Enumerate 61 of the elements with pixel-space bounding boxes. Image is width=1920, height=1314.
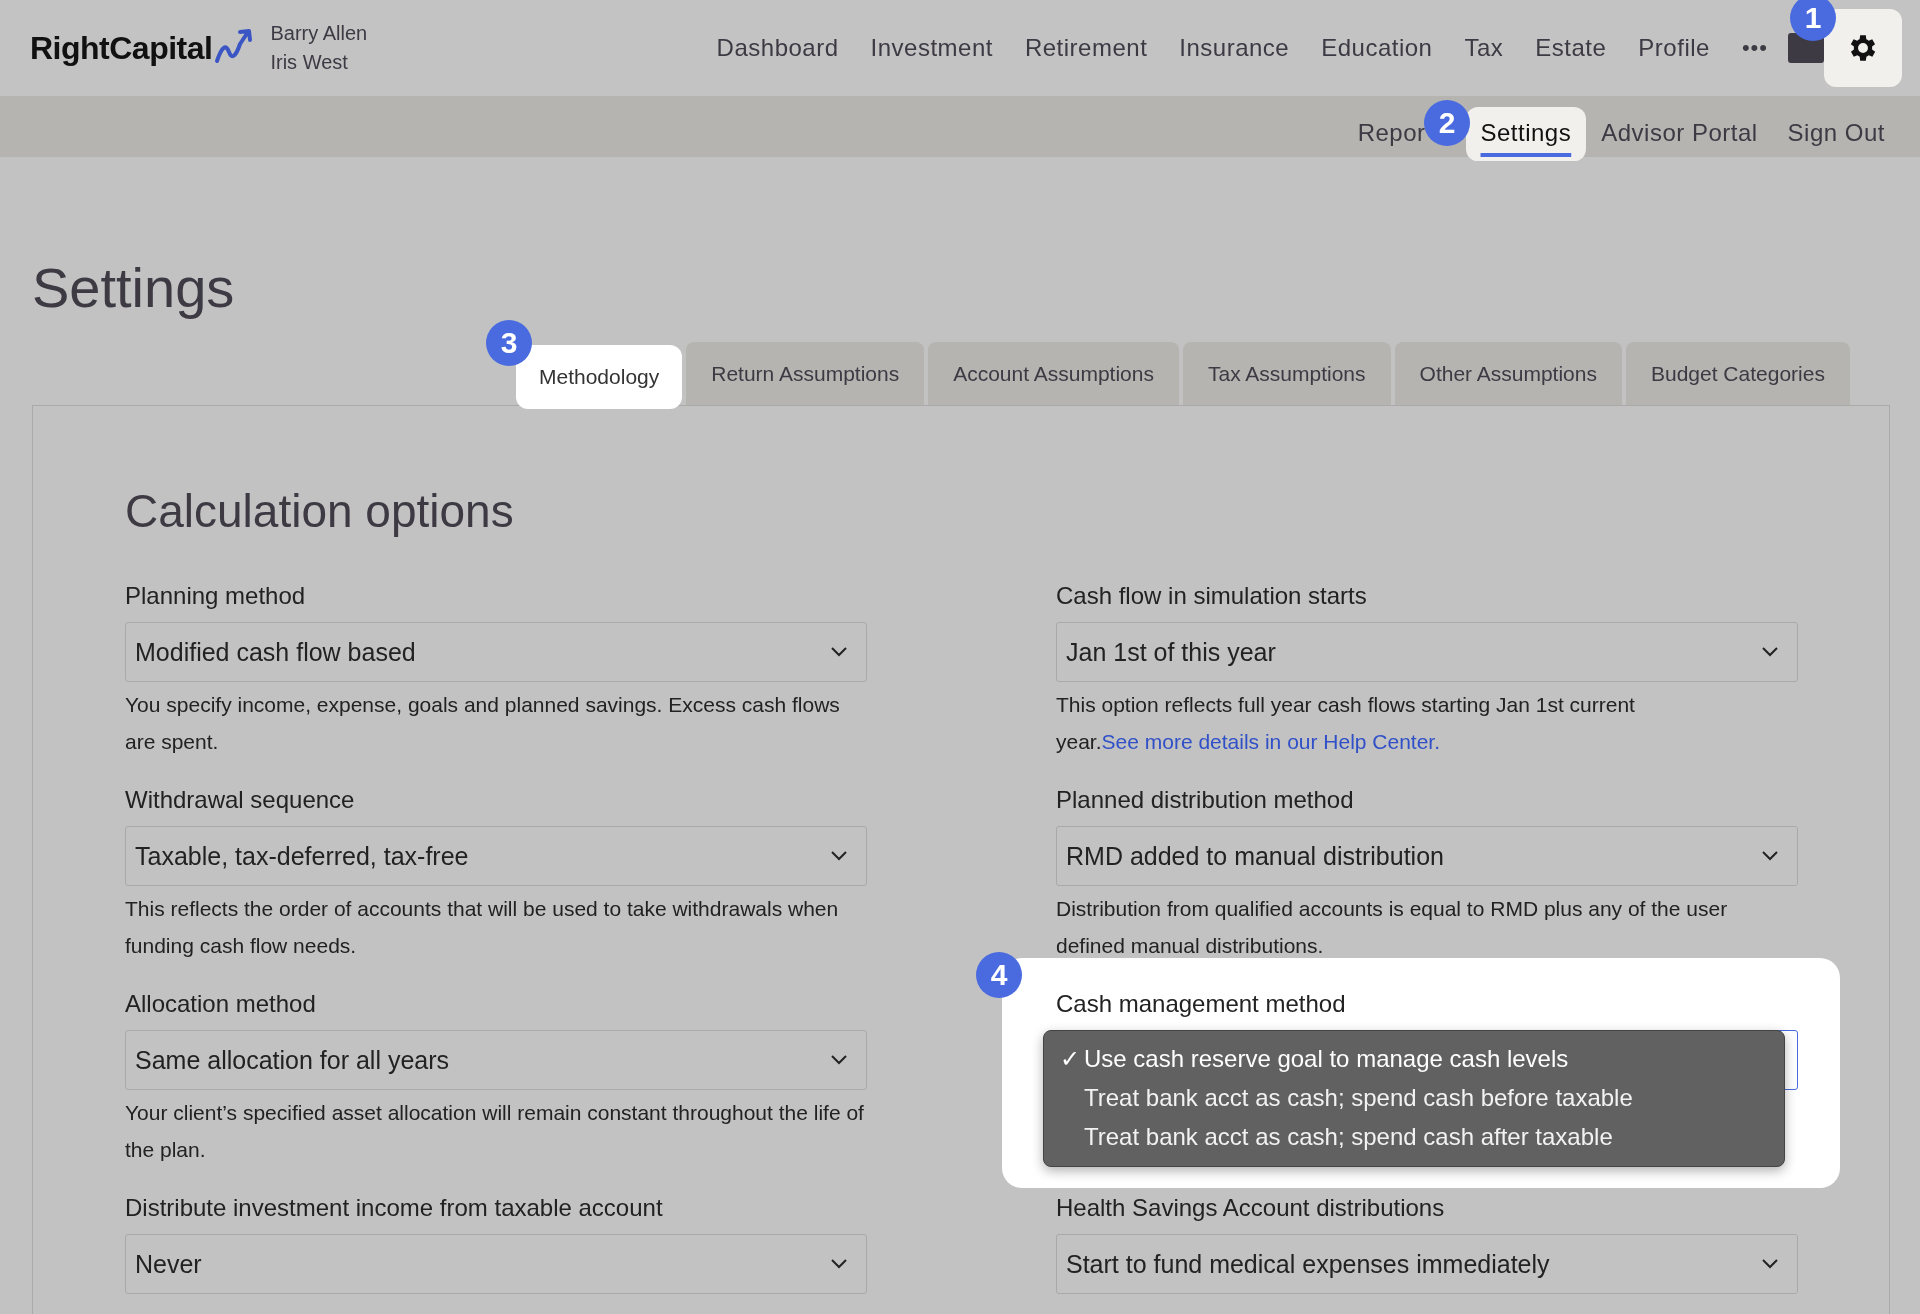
nav-link[interactable]: Education [1321, 34, 1433, 62]
sub-nav-link[interactable]: Sign Out [1787, 106, 1885, 161]
help-text: Distribution from qualified accounts is equal to RMD plus any of the user defined manual distributions. [1056, 896, 1729, 959]
field-label: Cash management method [1056, 990, 1347, 1018]
tab[interactable]: Other Assumptions [1394, 342, 1622, 405]
chevron-down-icon [830, 1055, 848, 1065]
help-text: This reflects the order of accounts that will be used to take withdrawals when funding cash flow needs. [125, 896, 840, 959]
section-title: Calculation options [125, 484, 515, 538]
sub-nav-link[interactable]: Repor [1357, 106, 1426, 161]
nav-link[interactable]: Retirement [1024, 34, 1148, 62]
step-badge: 2 [1424, 100, 1470, 146]
sub-nav-link[interactable]: Settings [1465, 106, 1587, 161]
select-field[interactable]: Never [125, 1234, 867, 1294]
chevron-down-icon [1761, 647, 1779, 657]
tab[interactable]: Tax Assumptions [1182, 342, 1391, 405]
chevron-down-icon [830, 851, 848, 861]
dropdown-option[interactable]: Treat bank acct as cash; spend cash before taxable [1044, 1078, 1784, 1117]
settings-button[interactable] [1824, 9, 1902, 87]
nav-link[interactable]: Insurance [1179, 34, 1290, 62]
select-field[interactable]: RMD added to manual distribution [1056, 826, 1798, 886]
select-field[interactable]: Taxable, tax-deferred, tax-free [125, 826, 867, 886]
select-field[interactable]: Same allocation for all years [125, 1030, 867, 1090]
nav-link[interactable]: Tax [1464, 34, 1504, 62]
field-label: Cash flow in simulation starts [1056, 582, 1368, 610]
dropdown-option[interactable]: Treat bank acct as cash; spend cash after taxable [1044, 1117, 1784, 1156]
tab[interactable]: Budget Categories [1625, 342, 1850, 405]
tab[interactable]: Return Assumptions [686, 342, 925, 405]
field-label: Health Savings Account distributions [1056, 1194, 1446, 1222]
step-badge: 1 [1790, 0, 1836, 41]
nav-link[interactable]: Dashboard [716, 34, 839, 62]
help-text: Your client’s specified asset allocation will remain constant throughout the life of the plan. [125, 1100, 865, 1163]
field-label: Allocation method [125, 990, 317, 1018]
step-badge: 4 [976, 952, 1022, 998]
select-field[interactable]: Start to fund medical expenses immediately [1056, 1234, 1798, 1294]
field-label: Planned distribution method [1056, 786, 1355, 814]
help-center-link[interactable]: See more details in our Help Center. [1101, 730, 1441, 753]
field-label: Distribute investment income from taxable account [125, 1194, 664, 1222]
help-text: This option reflects full year cash flows starting Jan 1st current year.See more details in our Help Center. [1056, 692, 1636, 755]
dropdown-option[interactable]: ✓ Use cash reserve goal to manage cash levels [1044, 1039, 1784, 1078]
nav-link[interactable]: Estate [1535, 34, 1607, 62]
select-field[interactable]: Modified cash flow based [125, 622, 867, 682]
nav-link[interactable]: Profile [1638, 34, 1710, 62]
tab[interactable]: Account Assumptions [928, 342, 1179, 405]
client-name: Iris West [270, 51, 349, 74]
sub-nav-link[interactable]: Advisor Portal [1601, 106, 1758, 161]
page-title: Settings [32, 255, 236, 320]
checkmark-icon: ✓ [1060, 1044, 1080, 1072]
select-field[interactable]: Jan 1st of this year [1056, 622, 1798, 682]
logo[interactable]: RightCapital [30, 29, 213, 67]
client-name: Barry Allen [270, 22, 368, 45]
nav-link[interactable]: Investment [870, 34, 993, 62]
tab[interactable]: Methodology [516, 345, 683, 409]
field-label: Planning method [125, 582, 307, 610]
chevron-down-icon [830, 1259, 848, 1269]
chevron-down-icon [1761, 1259, 1779, 1269]
help-text: You specify income, expense, goals and planned savings. Excess cash flows are spent. [125, 692, 841, 755]
field-label: Withdrawal sequence [125, 786, 356, 814]
more-menu[interactable]: ••• [1741, 35, 1768, 61]
chevron-down-icon [830, 647, 848, 657]
chevron-down-icon [1761, 851, 1779, 861]
step-badge: 3 [486, 320, 532, 366]
